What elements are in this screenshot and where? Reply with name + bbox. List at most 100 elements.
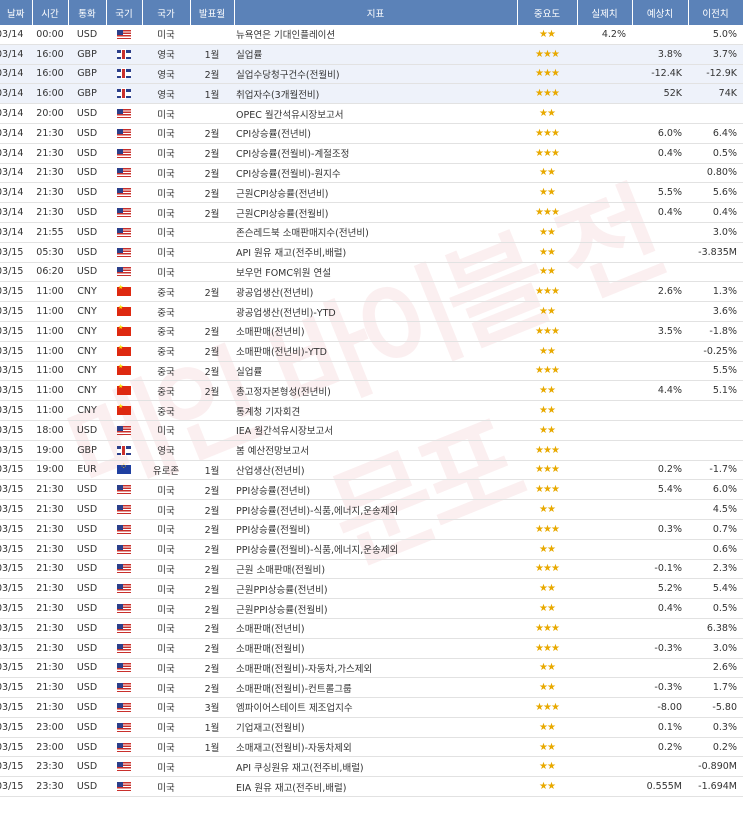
period-cell-text: 2월 xyxy=(204,386,220,398)
table-row[interactable]: 03/14 16:00 GBP 영국 1월 취업자수(3개월전비) ★★★ 52K 74K xyxy=(0,83,743,105)
us-flag-icon xyxy=(117,29,131,39)
table-row[interactable]: 03/15 23:00 USD 미국 1월 기업재고(전월비) ★★ 0.1% 0.3% xyxy=(0,717,743,738)
table-row[interactable]: 03/15 21:30 USD 미국 2월 PPI상승률(전월비)-식품,에너지,운송제외… xyxy=(0,539,743,560)
table-row[interactable]: 03/15 11:00 CNY 중국 2월 소매판매(전년비)-YTD ★★ -0.25% xyxy=(0,341,743,362)
date-cell-text: 03/15 xyxy=(0,603,24,614)
forecast-cell-text: 0.1% xyxy=(657,721,682,733)
table-row[interactable]: 03/15 21:30 USD 미국 2월 PPI상승률(전월비) ★★★ 0.3% 0.7% xyxy=(0,519,743,540)
actual-cell xyxy=(577,83,632,105)
table-row[interactable]: 03/15 21:30 USD 미국 2월 근원 소매판매(전월비) ★★★ -0.1% 2.3… xyxy=(0,559,743,580)
forecast-cell: -12.4K xyxy=(632,64,688,85)
table-row[interactable]: 03/14 21:55 USD 미국 존슨레드북 소매판매지수(전년비) ★★ 3.0% xyxy=(0,222,743,243)
table-row[interactable]: 03/14 16:00 GBP 영국 2월 실업수당청구건수(전월비) ★★★ -12.4K -… xyxy=(0,64,743,85)
table-row[interactable]: 03/15 21:30 USD 미국 2월 PPI상승률(전년비)-식품,에너지,운송제외… xyxy=(0,499,743,520)
date-cell: 03/14 xyxy=(0,163,32,184)
table-row[interactable]: 03/15 18:00 USD 미국 IEA 월간석유시장보고서 ★★ xyxy=(0,420,743,441)
table-row[interactable]: 03/15 11:00 CNY 중국 광공업생산(전년비)-YTD ★★ 3.6% xyxy=(0,301,743,322)
date-cell-text: 03/15 xyxy=(0,543,24,555)
period-cell-text: 2월 xyxy=(204,545,220,557)
table-row[interactable]: 03/15 11:00 CNY 중국 2월 소매판매(전년비) ★★★ 3.5% -1.8% xyxy=(0,321,743,342)
currency-cell: USD xyxy=(68,103,106,124)
flag-cell xyxy=(106,321,142,342)
period-cell-text: 2월 xyxy=(204,188,220,200)
china-flag-icon xyxy=(117,363,131,376)
table-row[interactable]: 03/15 21:30 USD 미국 2월 소매판매(전년비) ★★★ 6.38% xyxy=(0,618,743,639)
col-actual[interactable]: 실제치 xyxy=(577,0,633,25)
forecast-cell-text: -0.3% xyxy=(654,642,682,654)
actual-cell xyxy=(577,519,632,540)
time-cell-text: 19:00 xyxy=(36,464,64,476)
col-importance[interactable]: 중요도 xyxy=(517,0,578,25)
flag-cell xyxy=(106,182,142,204)
date-cell: 03/15 xyxy=(0,420,32,441)
importance-cell-text: ★★ xyxy=(539,662,556,674)
currency-cell: USD xyxy=(68,756,106,778)
table-row[interactable]: 03/14 21:30 USD 미국 2월 CPI상승률(전월비)-원지수 ★★ 0.80% xyxy=(0,163,743,184)
previous-cell xyxy=(688,400,743,421)
indicator-cell: 존슨레드북 소매판매지수(전년비) xyxy=(234,222,517,243)
table-row[interactable]: 03/15 21:30 USD 미국 2월 근원PPI상승률(전월비) ★★ 0.4% 0.5% xyxy=(0,598,743,619)
col-currency[interactable]: 통화 xyxy=(68,0,107,25)
table-row[interactable]: 03/15 11:00 CNY 중국 2월 실업률 ★★★ 5.5% xyxy=(0,361,743,382)
table-row[interactable]: 03/14 21:30 USD 미국 2월 CPI상승률(전월비)-계절조정 ★★★ 0.4%… xyxy=(0,143,743,164)
country-cell-text: 미국 xyxy=(157,604,175,616)
importance-cell-text: ★★ xyxy=(539,424,556,436)
table-row[interactable]: 03/15 21:30 USD 미국 2월 소매판매(전월비)-자동차,가스제외 ★★ 2.6… xyxy=(0,658,743,679)
importance-cell: ★★ xyxy=(517,301,577,322)
table-row[interactable]: 03/15 23:30 USD 미국 API 쿠싱원유 재고(전주비,배럴) ★★ -0.8… xyxy=(0,756,743,778)
country-cell-text: 미국 xyxy=(157,723,175,735)
flag-cell xyxy=(106,677,142,699)
date-cell: 03/15 xyxy=(0,341,32,362)
table-row[interactable]: 03/14 00:00 USD 미국 뉴욕연은 기대인플레이션 ★★ 4.2% 5.0% xyxy=(0,25,743,45)
table-row[interactable]: 03/14 21:30 USD 미국 2월 근원CPI상승률(전년비) ★★ 5.5% 5.6% xyxy=(0,182,743,204)
forecast-cell: -8.00 xyxy=(632,697,688,718)
table-row[interactable]: 03/15 11:00 CNY 중국 2월 총고정자본형성(전년비) ★★ 4.4% 5.1% xyxy=(0,380,743,402)
flag-cell xyxy=(106,242,142,263)
table-row[interactable]: 03/15 06:20 USD 미국 보우먼 FOMC위원 연설 ★★ xyxy=(0,262,743,283)
col-date[interactable]: 날짜 xyxy=(0,0,33,25)
table-row[interactable]: 03/14 16:00 GBP 영국 1월 실업률 ★★★ 3.8% 3.7% xyxy=(0,44,743,65)
period-cell-text: 2월 xyxy=(204,129,220,141)
country-cell: 미국 xyxy=(142,479,190,501)
currency-cell: USD xyxy=(68,677,106,699)
country-cell: 미국 xyxy=(142,638,190,659)
col-time[interactable]: 시간 xyxy=(32,0,69,25)
country-cell: 미국 xyxy=(142,163,190,184)
time-cell: 21:30 xyxy=(32,123,68,144)
table-row[interactable]: 03/15 23:00 USD 미국 1월 소매재고(전월비)-자동차제외 ★★ 0.2% 0.… xyxy=(0,737,743,758)
col-country[interactable]: 국가 xyxy=(142,0,191,25)
table-row[interactable]: 03/15 05:30 USD 미국 API 원유 재고(전주비,배럴) ★★ -3.835… xyxy=(0,242,743,263)
previous-cell: -1.694M xyxy=(688,776,743,798)
table-row[interactable]: 03/15 21:30 USD 미국 2월 근원PPI상승률(전년비) ★★ 5.2% 5.4% xyxy=(0,578,743,600)
table-row[interactable]: 03/14 20:00 USD 미국 OPEC 월간석유시장보고서 ★★ xyxy=(0,103,743,124)
table-row[interactable]: 03/15 21:30 USD 미국 3월 엠파이어스테이트 제조업지수 ★★★ -8.00 -… xyxy=(0,697,743,718)
country-cell: 미국 xyxy=(142,123,190,144)
table-row[interactable]: 03/15 21:30 USD 미국 2월 소매판매(전월비) ★★★ -0.3% 3.0% xyxy=(0,638,743,659)
table-row[interactable]: 03/15 21:30 USD 미국 2월 PPI상승률(전년비) ★★★ 5.4% 6.0% xyxy=(0,479,743,501)
table-row[interactable]: 03/15 11:00 CNY 중국 통계청 기자회견 ★★ xyxy=(0,400,743,421)
table-row[interactable]: 03/15 19:00 GBP 영국 봄 예산전망보고서 ★★★ xyxy=(0,440,743,461)
indicator-cell: 근원CPI상승률(전월비) xyxy=(234,202,517,223)
time-cell: 21:30 xyxy=(32,618,68,639)
table-row[interactable]: 03/15 19:00 EUR 유로존 1월 산업생산(전년비) ★★★ 0.2% -1.7% xyxy=(0,460,743,481)
table-row[interactable]: 03/15 23:30 USD 미국 EIA 원유 재고(전주비,배럴) ★★ 0.555M… xyxy=(0,776,743,798)
col-period[interactable]: 발표월 xyxy=(190,0,235,25)
indicator-cell: 근원PPI상승률(전월비) xyxy=(234,598,517,619)
country-cell: 미국 xyxy=(142,598,190,619)
table-row[interactable]: 03/14 21:30 USD 미국 2월 근원CPI상승률(전월비) ★★★ 0.4% 0.4… xyxy=(0,202,743,223)
indicator-cell-text: 실업률 xyxy=(236,366,263,378)
table-row[interactable]: 03/15 11:00 CNY 중국 2월 광공업생산(전년비) ★★★ 2.6% 1.3% xyxy=(0,281,743,303)
forecast-cell-text: 5.5% xyxy=(657,187,682,199)
flag-cell xyxy=(106,202,142,223)
col-previous[interactable]: 이전치 xyxy=(688,0,743,25)
date-cell: 03/15 xyxy=(0,638,32,659)
col-flag[interactable]: 국기 xyxy=(106,0,143,25)
time-cell: 11:00 xyxy=(32,361,68,382)
forecast-cell-text: 52K xyxy=(663,88,682,100)
flag-cell xyxy=(106,281,142,303)
col-forecast[interactable]: 예상치 xyxy=(632,0,689,25)
country-cell-text: 미국 xyxy=(157,208,175,220)
table-row[interactable]: 03/14 21:30 USD 미국 2월 CPI상승률(전년비) ★★★ 6.0% 6.4% xyxy=(0,123,743,144)
table-row[interactable]: 03/15 21:30 USD 미국 2월 소매판매(전월비)-컨트롤그룹 ★★ -0.3% 1… xyxy=(0,677,743,699)
col-indicator[interactable]: 지표 xyxy=(234,0,518,25)
